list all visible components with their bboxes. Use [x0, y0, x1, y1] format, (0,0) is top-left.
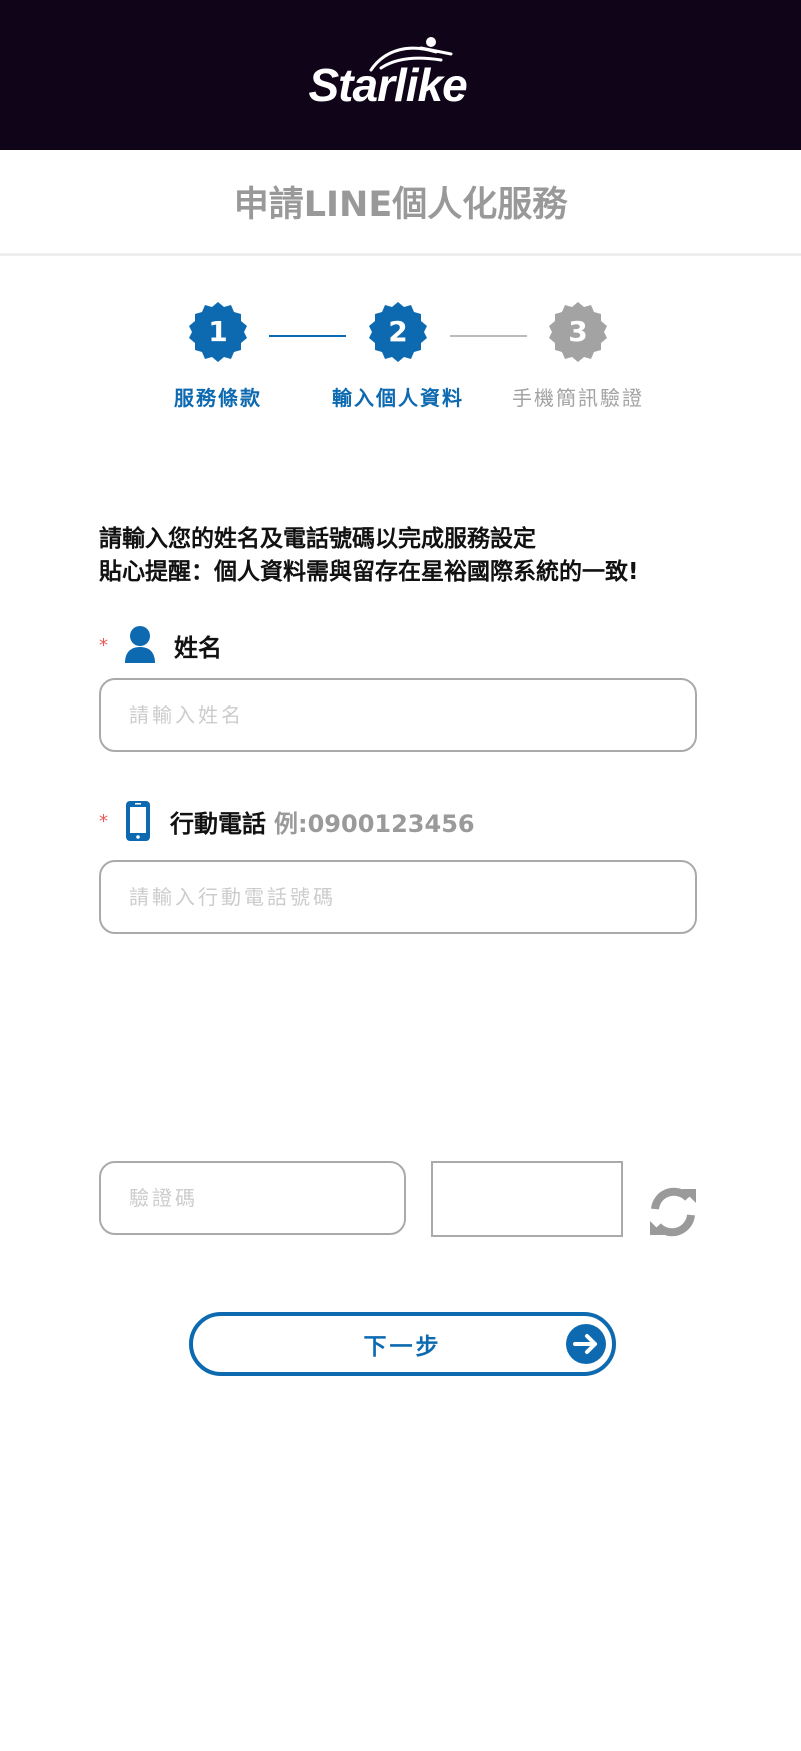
mobile-phone-icon: [126, 801, 150, 841]
user-icon: [125, 626, 155, 663]
brand-logo-text: Starlike: [308, 59, 468, 111]
name-input[interactable]: [99, 678, 697, 752]
intro-line-1: 請輸入您的姓名及電話號碼以完成服務設定: [99, 526, 536, 552]
step-2: 2 輸入個人資料: [328, 300, 468, 411]
step-badge: 2: [366, 300, 430, 364]
next-step-button[interactable]: 下一步: [189, 1312, 616, 1376]
phone-input[interactable]: [99, 860, 697, 934]
step-1: 1 服務條款: [148, 300, 288, 411]
refresh-captcha-button[interactable]: [646, 1185, 700, 1239]
step-number: 2: [388, 315, 408, 348]
refresh-icon: [650, 1187, 696, 1237]
top-header-bar: Starlike: [0, 0, 801, 150]
captcha-input[interactable]: [99, 1161, 406, 1235]
intro-text: 請輸入您的姓名及電話號碼以完成服務設定 貼心提醒：個人資料需與留存在星裕國際系統…: [99, 523, 639, 589]
step-number: 3: [568, 315, 588, 348]
step-label: 手機簡訊驗證: [512, 386, 644, 410]
intro-line-2: 貼心提醒：個人資料需與留存在星裕國際系統的一致!: [99, 559, 639, 585]
phone-label: 行動電話: [170, 809, 266, 838]
phone-field-label: * 行動電話 例:0900123456: [99, 800, 475, 842]
page-title: 申請LINE個人化服務: [233, 185, 568, 225]
step-badge: 1: [186, 300, 250, 364]
required-mark: *: [99, 810, 108, 832]
step-label: 輸入個人資料: [332, 386, 464, 410]
title-bar: 申請LINE個人化服務: [0, 150, 801, 256]
arrow-right-circle-icon: [566, 1324, 606, 1364]
step-badge: 3: [546, 300, 610, 364]
brand-logo: Starlike: [301, 30, 501, 120]
phone-hint: 例:0900123456: [274, 809, 475, 838]
required-mark: *: [99, 634, 108, 656]
captcha-image: [431, 1161, 623, 1237]
step-number: 1: [208, 315, 228, 348]
step-label: 服務條款: [174, 386, 262, 410]
name-label: 姓名: [174, 633, 222, 662]
next-step-label: 下一步: [363, 1334, 442, 1360]
step-3: 3 手機簡訊驗證: [508, 300, 648, 411]
name-field-label: * 姓名: [99, 625, 222, 665]
